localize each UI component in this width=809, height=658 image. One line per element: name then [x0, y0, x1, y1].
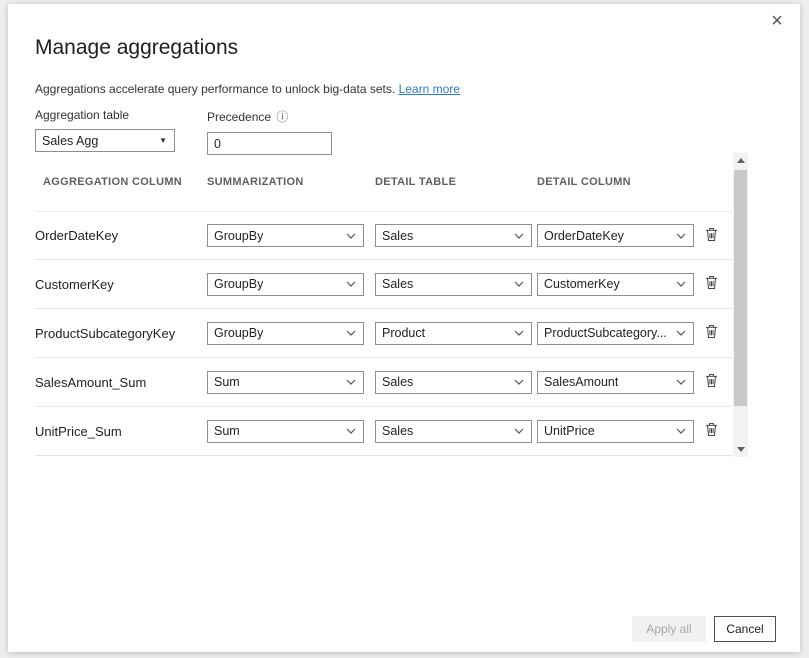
chevron-down-icon: [346, 428, 356, 434]
header-detail-column: DETAIL COLUMN: [537, 176, 699, 188]
table-row: OrderDateKey GroupBy Sales OrderDateKey: [35, 211, 732, 260]
detail-table-select[interactable]: Sales: [375, 224, 532, 247]
dialog-subtitle: Aggregations accelerate query performanc…: [35, 82, 460, 96]
triangle-up-icon: [737, 158, 745, 163]
manage-aggregations-dialog: × Manage aggregations Aggregations accel…: [8, 4, 800, 652]
aggregation-table-value: Sales Agg: [42, 134, 98, 148]
apply-all-button[interactable]: Apply all: [632, 616, 706, 642]
chevron-down-icon: [676, 330, 686, 336]
trash-icon: [705, 275, 718, 293]
chevron-down-icon: ▼: [159, 136, 167, 145]
learn-more-link[interactable]: Learn more: [399, 82, 460, 96]
scroll-down-arrow[interactable]: [733, 442, 748, 457]
detail-column-select[interactable]: SalesAmount: [537, 371, 694, 394]
delete-row-button[interactable]: [699, 321, 723, 345]
summarization-select[interactable]: Sum: [207, 371, 364, 394]
summarization-select[interactable]: GroupBy: [207, 322, 364, 345]
chevron-down-icon: [676, 281, 686, 287]
triangle-down-icon: [737, 447, 745, 452]
aggregation-table-label: Aggregation table: [35, 108, 207, 122]
chevron-down-icon: [514, 379, 524, 385]
aggregations-table: OrderDateKey GroupBy Sales OrderDateKey …: [35, 211, 732, 456]
detail-column-select[interactable]: CustomerKey: [537, 273, 694, 296]
detail-table-select[interactable]: Sales: [375, 420, 532, 443]
chevron-down-icon: [346, 330, 356, 336]
trash-icon: [705, 227, 718, 245]
chevron-down-icon: [676, 379, 686, 385]
aggregation-column-name: CustomerKey: [35, 277, 207, 292]
info-icon: ⓘ: [276, 110, 288, 124]
chevron-down-icon: [346, 281, 356, 287]
table-row: ProductSubcategoryKey GroupBy Product Pr…: [35, 309, 732, 358]
trash-icon: [705, 422, 718, 440]
cancel-button[interactable]: Cancel: [714, 616, 776, 642]
close-button[interactable]: ×: [764, 8, 790, 34]
summarization-select[interactable]: Sum: [207, 420, 364, 443]
chevron-down-icon: [514, 233, 524, 239]
table-row: SalesAmount_Sum Sum Sales SalesAmount: [35, 358, 732, 407]
header-aggregation-column: AGGREGATION COLUMN: [35, 176, 207, 188]
header-detail-table: DETAIL TABLE: [375, 176, 537, 188]
chevron-down-icon: [346, 233, 356, 239]
chevron-down-icon: [514, 281, 524, 287]
trash-icon: [705, 324, 718, 342]
detail-column-select[interactable]: UnitPrice: [537, 420, 694, 443]
precedence-input[interactable]: [207, 132, 332, 155]
dialog-title: Manage aggregations: [35, 36, 238, 60]
summarization-select[interactable]: GroupBy: [207, 224, 364, 247]
aggregation-column-name: OrderDateKey: [35, 228, 207, 243]
vertical-scrollbar[interactable]: [733, 153, 748, 457]
chevron-down-icon: [676, 428, 686, 434]
delete-row-button[interactable]: [699, 370, 723, 394]
aggregation-column-name: ProductSubcategoryKey: [35, 326, 207, 341]
scroll-up-arrow[interactable]: [733, 153, 748, 168]
header-summarization: SUMMARIZATION: [207, 176, 375, 188]
table-row: UnitPrice_Sum Sum Sales UnitPrice: [35, 407, 732, 456]
scrollbar-track[interactable]: [733, 168, 748, 442]
chevron-down-icon: [346, 379, 356, 385]
aggregation-table-select[interactable]: Sales Agg ▼: [35, 129, 175, 152]
delete-row-button[interactable]: [699, 419, 723, 443]
detail-table-select[interactable]: Sales: [375, 371, 532, 394]
aggregation-column-name: SalesAmount_Sum: [35, 375, 207, 390]
chevron-down-icon: [514, 330, 524, 336]
table-row: CustomerKey GroupBy Sales CustomerKey: [35, 260, 732, 309]
scrollbar-thumb[interactable]: [734, 170, 747, 406]
trash-icon: [705, 373, 718, 391]
summarization-select[interactable]: GroupBy: [207, 273, 364, 296]
detail-column-select[interactable]: ProductSubcategory...: [537, 322, 694, 345]
delete-row-button[interactable]: [699, 224, 723, 248]
chevron-down-icon: [676, 233, 686, 239]
chevron-down-icon: [514, 428, 524, 434]
detail-column-select[interactable]: OrderDateKey: [537, 224, 694, 247]
precedence-label: Precedence: [207, 110, 271, 124]
detail-table-select[interactable]: Product: [375, 322, 532, 345]
aggregation-column-name: UnitPrice_Sum: [35, 424, 207, 439]
top-controls: Aggregation table Sales Agg ▼ Precedence…: [35, 108, 332, 155]
table-header-row: AGGREGATION COLUMN SUMMARIZATION DETAIL …: [35, 176, 732, 188]
subtitle-text: Aggregations accelerate query performanc…: [35, 82, 395, 96]
delete-row-button[interactable]: [699, 272, 723, 296]
detail-table-select[interactable]: Sales: [375, 273, 532, 296]
